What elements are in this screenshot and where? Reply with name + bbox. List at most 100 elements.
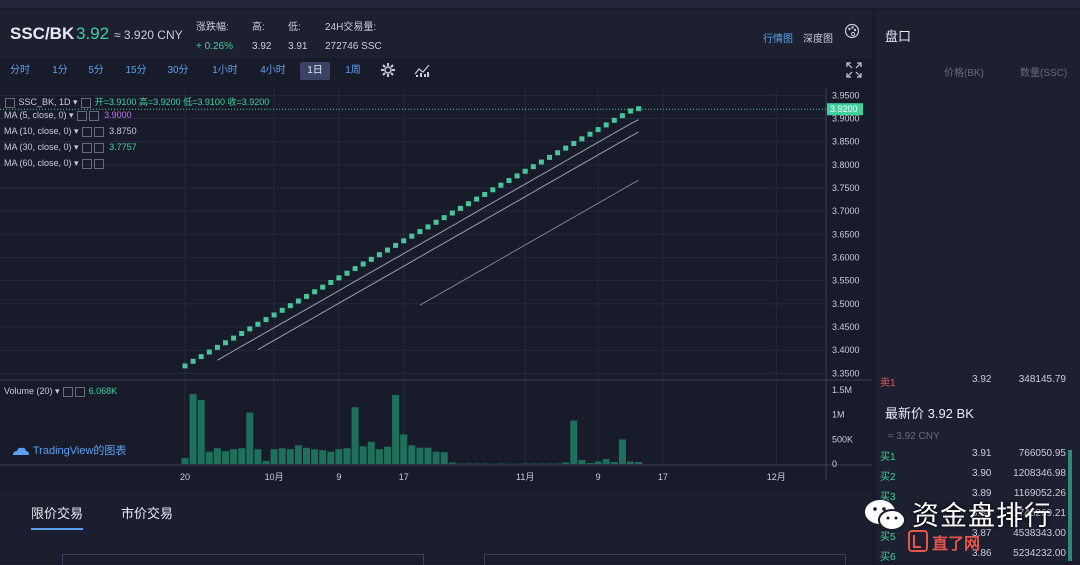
candle	[409, 234, 414, 239]
candle	[515, 173, 520, 178]
candle	[588, 132, 593, 137]
volume-bar	[619, 439, 626, 464]
candle	[458, 206, 463, 211]
candle	[498, 183, 503, 188]
settings-icon[interactable]	[77, 111, 87, 121]
tradingview-link[interactable]: TradingView的图表	[12, 442, 126, 458]
settings-icon[interactable]	[82, 159, 92, 169]
tab-limit-order[interactable]: 限价交易	[31, 503, 83, 530]
tab-depth-chart[interactable]: 深度图	[803, 30, 833, 45]
candle	[385, 248, 390, 253]
close-icon[interactable]	[94, 159, 104, 169]
volume-bar	[376, 449, 383, 464]
timeframe-7[interactable]: 1日	[300, 62, 330, 80]
candle	[555, 150, 560, 155]
candle	[401, 238, 406, 243]
volume-bar	[611, 462, 618, 464]
candle	[239, 331, 244, 336]
timeframe-3[interactable]: 15分	[124, 62, 148, 80]
settings-icon[interactable]	[82, 127, 92, 137]
x-tick-label: 9	[596, 472, 601, 482]
orderbook-row-sell[interactable]: 卖13.92348145.79	[876, 370, 1072, 390]
x-tick-label: 11月	[516, 472, 534, 482]
candle	[296, 299, 301, 304]
x-tick-label: 20	[180, 472, 190, 482]
candle	[288, 303, 293, 308]
x-tick-label: 17	[399, 472, 409, 482]
orderbook-label: 买2	[880, 468, 896, 483]
volume-bar	[368, 442, 375, 464]
settings-icon[interactable]	[81, 98, 91, 108]
stat-value: + 0.26%	[196, 41, 233, 52]
timeframe-2[interactable]: 5分	[85, 62, 107, 80]
candle	[280, 308, 285, 313]
volume-bar	[595, 462, 602, 464]
legend-ohlc-values: 开=3.9100 高=3.9200 低=3.9100 收=3.9200	[95, 97, 270, 107]
indicator-icon[interactable]	[414, 62, 430, 78]
candle	[442, 215, 447, 220]
volume-bar	[578, 460, 585, 464]
ma-label: MA (30, close, 0)	[4, 142, 72, 152]
cny-price: ≈ 3.920 CNY	[114, 28, 183, 42]
volume-bar	[635, 462, 642, 464]
candle	[191, 359, 196, 364]
volume-tick-label: 1M	[832, 410, 845, 420]
tab-kline-chart[interactable]: 行情图	[763, 30, 793, 45]
orderbook-row-buy[interactable]: 买23.901208346.98	[876, 464, 1072, 484]
volume-bar	[416, 448, 423, 464]
volume-bar	[263, 461, 270, 464]
ma5-line	[217, 120, 638, 361]
header-stat: 低:3.91	[288, 18, 307, 52]
timeframe-0[interactable]: 分时	[8, 62, 32, 80]
volume-bar	[603, 459, 610, 464]
orderbook-label: 买1	[880, 448, 896, 463]
x-tick-label: 17	[658, 472, 668, 482]
candle	[393, 243, 398, 248]
orderbook-row-buy[interactable]: 买13.91766050.95	[876, 444, 1072, 464]
timeframe-1[interactable]: 1分	[50, 62, 70, 80]
candle	[369, 257, 374, 262]
volume-bar	[295, 445, 302, 464]
timeframe-6[interactable]: 4小时	[256, 62, 290, 80]
timeframe-4[interactable]: 30分	[166, 62, 190, 80]
latest-price-cny: ≈ 3.92 CNY	[888, 431, 940, 442]
volume-bar	[287, 449, 294, 464]
candle	[183, 363, 188, 368]
last-price: 3.92	[76, 24, 109, 44]
candle	[417, 229, 422, 234]
price-tick-label: 3.7000	[832, 206, 860, 216]
checkbox-icon[interactable]	[5, 98, 15, 108]
volume-bar	[360, 446, 367, 464]
volume-tick-label: 1.5M	[832, 385, 852, 395]
candle	[223, 340, 228, 345]
gear-icon[interactable]	[380, 62, 396, 78]
legend-ma-3: MA (60, close, 0) ▾	[4, 158, 109, 169]
price-tick-label: 3.8500	[832, 137, 860, 147]
volume-bar	[562, 463, 569, 464]
chart-area[interactable]: 3.95003.90003.85003.80003.75003.70003.65…	[0, 88, 872, 488]
candle	[466, 201, 471, 206]
legend-ma-2: MA (30, close, 0) ▾ 3.7757	[4, 142, 137, 153]
volume-bar	[400, 434, 407, 464]
volume-tick-label: 500K	[832, 434, 853, 444]
palette-icon[interactable]	[844, 23, 860, 39]
wechat-icon	[862, 496, 908, 536]
candle	[231, 336, 236, 341]
price-tick-label: 3.9500	[832, 90, 860, 100]
fullscreen-icon[interactable]	[846, 62, 862, 78]
close-icon[interactable]	[94, 127, 104, 137]
timeframe-5[interactable]: 1小时	[208, 62, 242, 80]
volume-bar	[198, 400, 205, 464]
close-icon[interactable]	[89, 111, 99, 121]
candle	[264, 317, 269, 322]
close-icon[interactable]	[75, 387, 85, 397]
tab-market-order[interactable]: 市价交易	[121, 503, 173, 522]
settings-icon[interactable]	[63, 387, 73, 397]
volume-bar	[384, 447, 391, 464]
settings-icon[interactable]	[82, 143, 92, 153]
timeframe-8[interactable]: 1周	[339, 62, 367, 80]
price-tick-label: 3.5500	[832, 276, 860, 286]
candle	[539, 160, 544, 165]
close-icon[interactable]	[94, 143, 104, 153]
volume-bar	[441, 452, 448, 464]
